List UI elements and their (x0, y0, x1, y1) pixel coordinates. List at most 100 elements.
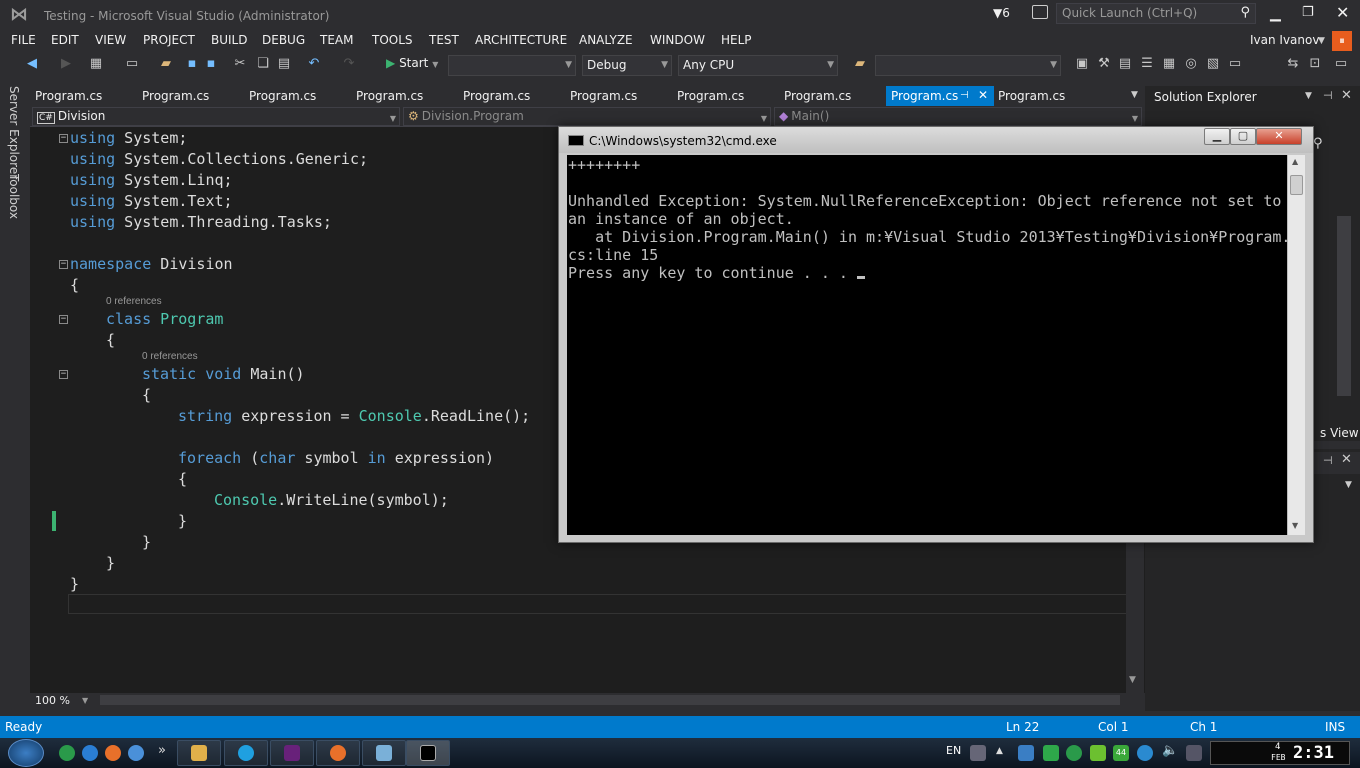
cmd-scroll-thumb[interactable] (1290, 175, 1303, 195)
tab-program-cs[interactable]: Program.cs (30, 86, 107, 106)
menu-build[interactable]: BUILD (211, 33, 247, 47)
chevron-down-icon[interactable]: ▼ (1318, 36, 1325, 46)
tab-program-cs[interactable]: Program.cs (244, 86, 321, 106)
menu-debug[interactable]: DEBUG (262, 33, 305, 47)
toolbar-icon-11[interactable]: ▭ (1333, 56, 1349, 72)
forward-icon[interactable]: ▶ (58, 56, 74, 72)
taskbar-explorer[interactable] (177, 740, 221, 766)
horizontal-scrollbar[interactable] (100, 695, 1120, 705)
pinned-app-icon[interactable] (59, 745, 75, 761)
volume-icon[interactable]: 🔈 (1162, 743, 1178, 758)
toolbar-icon-5[interactable]: ▦ (1161, 56, 1177, 72)
quick-launch-input[interactable]: Quick Launch (Ctrl+Q) ⚲ (1056, 3, 1256, 24)
maximize-button[interactable]: ❐ (1302, 5, 1314, 20)
show-hidden-icons[interactable]: ▲ (996, 746, 1003, 756)
pin-icon[interactable]: ⊣ (1323, 89, 1333, 102)
action-center-icon[interactable] (1186, 745, 1202, 761)
save-icon[interactable]: ▪ (184, 56, 200, 72)
tab-program-cs[interactable]: Program.cs (458, 86, 535, 106)
taskbar-skype[interactable] (224, 740, 268, 766)
scroll-down-icon[interactable]: ▼ (1292, 521, 1298, 530)
menu-window[interactable]: WINDOW (650, 33, 705, 47)
cmd-close-button[interactable]: ✕ (1256, 128, 1302, 145)
toolbar-icon-10[interactable]: ⊡ (1307, 56, 1323, 72)
tab-program-cs[interactable]: Program.cs (351, 86, 428, 106)
menu-view[interactable]: VIEW (95, 33, 126, 47)
internet-explorer-icon[interactable] (82, 745, 98, 761)
copy-icon[interactable]: ❏ (255, 56, 271, 72)
feedback-icon[interactable] (1032, 5, 1048, 19)
tray-icon-2[interactable] (1043, 745, 1059, 761)
redo-icon[interactable]: ↷ (341, 56, 357, 72)
scroll-down-icon[interactable]: ▼ (1129, 675, 1136, 685)
paste-icon[interactable]: ▤ (276, 56, 292, 72)
menu-architecture[interactable]: ARCHITECTURE (475, 33, 567, 47)
start-button[interactable]: ▶ Start ▼ (386, 56, 438, 70)
toolbar-icon-6[interactable]: ◎ (1183, 56, 1199, 72)
cmd-scrollbar[interactable]: ▲ ▼ (1287, 155, 1305, 535)
zoom-level[interactable]: 100 % (35, 694, 70, 707)
language-indicator[interactable]: EN (946, 744, 961, 757)
fold-toggle[interactable]: − (59, 370, 68, 379)
menu-project[interactable]: PROJECT (143, 33, 195, 47)
tab-program-cs[interactable]: Program.cs (137, 86, 214, 106)
minimize-button[interactable]: ▁ (1270, 6, 1281, 22)
fold-toggle[interactable]: − (59, 315, 68, 324)
codelens-references[interactable]: 0 references (142, 351, 198, 362)
taskbar-visual-studio[interactable] (270, 740, 314, 766)
firefox-icon[interactable] (105, 745, 121, 761)
cmd-window[interactable]: C:\Windows\system32\cmd.exe ▁ ▢ ✕ ++++++… (558, 126, 1314, 543)
menu-help[interactable]: HELP (721, 33, 752, 47)
chevron-down-icon[interactable]: ▼ (1305, 91, 1312, 101)
project-combo[interactable]: C# Division ▼ (32, 107, 400, 126)
tray-icon-4[interactable] (1090, 745, 1106, 761)
toolbar-icon-8[interactable]: ▭ (1227, 56, 1243, 72)
menu-edit[interactable]: EDIT (51, 33, 79, 47)
undo-icon[interactable]: ↶ (306, 56, 322, 72)
fold-toggle[interactable]: − (59, 134, 68, 143)
member-combo[interactable]: ◆ Main() ▼ (774, 107, 1142, 126)
chevron-down-icon[interactable]: ▼ (1345, 480, 1352, 490)
class-combo[interactable]: ⚙ Division.Program ▼ (403, 107, 771, 126)
wrench-icon[interactable]: ⚒ (1096, 56, 1112, 72)
back-icon[interactable]: ◀ (24, 56, 40, 72)
user-name[interactable]: Ivan Ivanov (1250, 33, 1319, 47)
menu-tools[interactable]: TOOLS (372, 33, 413, 47)
pin-icon[interactable]: ⊣ (960, 88, 969, 104)
class-view-tab[interactable]: s View (1320, 426, 1359, 440)
scroll-up-icon[interactable]: ▲ (1292, 157, 1298, 166)
search-icon[interactable]: ⚲ (1313, 136, 1323, 151)
close-tab-icon[interactable]: ✕ (978, 87, 988, 103)
cut-icon[interactable]: ✂ (232, 56, 248, 72)
menu-test[interactable]: TEST (429, 33, 459, 47)
toolbar-icon-9[interactable]: ⇆ (1285, 56, 1301, 72)
cmd-minimize-button[interactable]: ▁ (1204, 128, 1230, 145)
toolbar-icon-4[interactable]: ☰ (1139, 56, 1155, 72)
find-combo[interactable]: ▼ (875, 55, 1061, 76)
tab-overflow-icon[interactable]: ▼ (1131, 90, 1138, 100)
keyboard-icon[interactable] (970, 745, 986, 761)
new-project-icon[interactable]: ▦ (88, 56, 104, 72)
configuration-combo[interactable]: Debug ▼ (582, 55, 672, 76)
close-button[interactable]: ✕ (1336, 3, 1349, 22)
menu-team[interactable]: TEAM (320, 33, 353, 47)
notification-filter-icon[interactable]: ▼6 (993, 6, 1010, 20)
tray-icon-1[interactable] (1018, 745, 1034, 761)
toolbar-icon-1[interactable]: ▣ (1074, 56, 1090, 72)
close-panel-icon[interactable]: ✕ (1341, 88, 1352, 103)
clock[interactable]: 4 FEB 2:31 (1210, 741, 1350, 765)
tab-program-cs[interactable]: Program.cs (993, 86, 1070, 106)
panel-scrollbar[interactable] (1337, 216, 1351, 396)
save-all-icon[interactable]: ▪ (203, 56, 219, 72)
tray-icon-3[interactable] (1066, 745, 1082, 761)
taskbar-network[interactable] (362, 740, 406, 766)
fold-toggle[interactable]: − (59, 260, 68, 269)
more-apps-icon[interactable]: » (158, 743, 166, 758)
find-in-files-icon[interactable]: ▰ (852, 56, 868, 72)
tray-icon-6[interactable] (1137, 745, 1153, 761)
pin-icon[interactable]: ⊣ (1323, 454, 1333, 467)
cmd-title-bar[interactable]: C:\Windows\system32\cmd.exe ▁ ▢ ✕ (559, 127, 1313, 153)
menu-analyze[interactable]: ANALYZE (579, 33, 633, 47)
tab-program-cs[interactable]: Program.cs (565, 86, 642, 106)
codelens-references[interactable]: 0 references (106, 296, 162, 307)
